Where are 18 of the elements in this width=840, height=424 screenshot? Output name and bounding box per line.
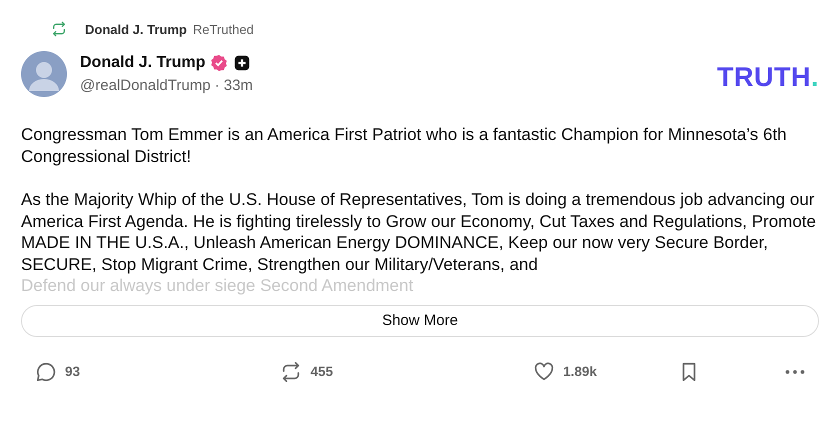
- comment-icon[interactable]: [35, 360, 57, 382]
- post-time: · 33m: [214, 77, 253, 94]
- show-more-button[interactable]: Show More: [21, 304, 819, 336]
- action-count: 1.89k: [563, 364, 597, 379]
- action-count: 455: [310, 364, 334, 379]
- heart-icon[interactable]: [533, 360, 556, 382]
- post-paragraph: Congressman Tom Emmer is an America First Patriot who is a fantastic Champion for Minnesota’s 6th Congressional District!: [21, 124, 788, 167]
- post-paragraph: As the Majority Whip of the U.S. House of Representatives, Tom is doing a tremendous job advancing our America First Agenda. He is fighting tirelessly to Grow our Economy, Cut Taxes and Regulations, Promote MADE IN THE U.S.A., Unleash American Energy DOMINANCE, Keep our now very Secure Border, SECURE, Stop Migrant Crime, Strengthen our Military/Veterans, and: [21, 189, 817, 275]
- more-icon[interactable]: [785, 368, 805, 374]
- avatar[interactable]: [21, 51, 67, 97]
- author-handle[interactable]: @realDonaldTrump: [80, 77, 211, 94]
- repost-icon: [51, 21, 67, 37]
- retruth-label: ReTruthed: [192, 22, 254, 36]
- action-count: 93: [65, 364, 80, 379]
- retruth-author[interactable]: Donald J. Trump: [85, 22, 187, 36]
- truth-logo: TRUTH.: [717, 62, 819, 92]
- author-name[interactable]: Donald J. Trump: [80, 54, 206, 72]
- plus-icon: [233, 54, 252, 72]
